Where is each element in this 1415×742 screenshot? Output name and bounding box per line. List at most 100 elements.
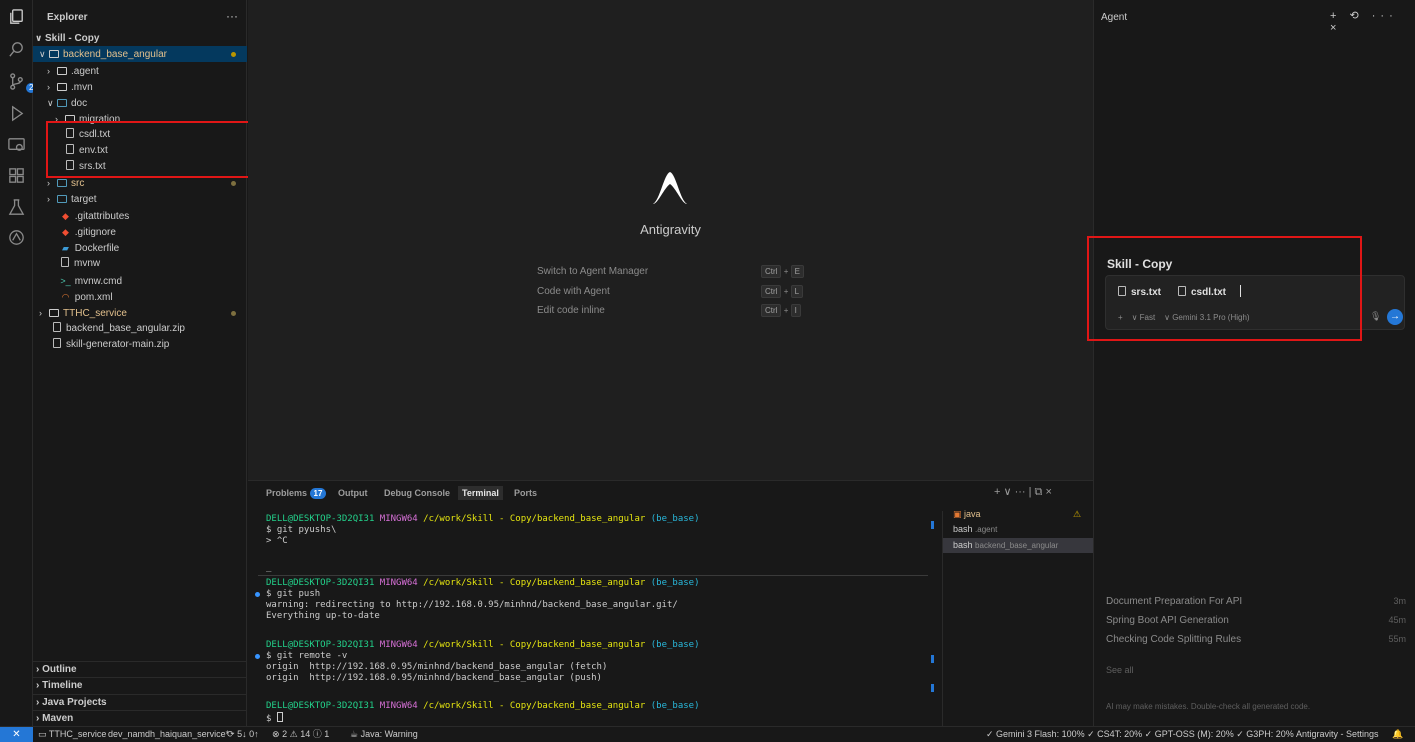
modified-indicator	[231, 311, 236, 316]
scroll-marker	[931, 655, 934, 663]
history-item[interactable]: Spring Boot API Generation 45m	[1106, 615, 1406, 626]
tree-item-backend-zip[interactable]: backend_base_angular.zip	[33, 321, 247, 337]
status-model-quotas[interactable]: ✓ Gemini 3 Flash: 100% ✓ CS4T: 20% ✓ GPT…	[986, 727, 1294, 742]
terminal-line: > ^C	[266, 536, 288, 546]
workspace-root[interactable]: ∨ Skill - Copy	[33, 30, 247, 46]
terminal-line: origin http://192.168.0.95/minhnd/backen…	[266, 662, 608, 672]
command-success-icon[interactable]	[255, 654, 260, 659]
tree-item-mvnw[interactable]: mvnw	[33, 256, 247, 272]
tree-item-mvn[interactable]: › .mvn	[33, 79, 247, 95]
tree-item-doc[interactable]: ∨ doc	[33, 95, 247, 111]
section-maven[interactable]: › Maven	[33, 710, 247, 726]
notifications-icon[interactable]: 🔔	[1392, 727, 1403, 742]
arrow-right-icon: →	[1390, 311, 1400, 322]
agent-manager-icon[interactable]	[7, 228, 26, 247]
tree-item-pom-xml[interactable]: ◠ pom.xml	[33, 289, 247, 305]
terminal-line: $ git pyushs\	[266, 525, 337, 535]
explorer-icon[interactable]	[7, 8, 26, 27]
tree-item-tthc-service[interactable]: › TTHC_service	[33, 305, 247, 321]
remote-indicator-icon[interactable]: ✕	[0, 727, 33, 742]
command-success-icon[interactable]	[255, 592, 260, 597]
send-button[interactable]: →	[1387, 309, 1403, 325]
shortcut-agent-manager[interactable]: Switch to Agent Manager	[537, 266, 648, 277]
chevron-right-icon: ›	[47, 66, 50, 76]
java-icon: ☕	[350, 729, 359, 739]
highlight-box	[46, 121, 260, 178]
warning-icon: ⚠	[289, 729, 298, 739]
file-icon	[53, 322, 61, 332]
section-timeline[interactable]: › Timeline	[33, 677, 247, 693]
status-problems[interactable]: ⊗ 2 ⚠ 14 ⓘ 1	[272, 727, 329, 742]
file-icon	[53, 338, 61, 348]
tree-item-target[interactable]: › target	[33, 191, 247, 207]
folder-icon	[49, 309, 59, 317]
terminal-prompt-line: DELL@DESKTOP-3D2QI31 MINGW64 /c/work/Ski…	[266, 578, 700, 588]
git-icon: ◆	[62, 211, 69, 221]
chevron-down-icon: ∨	[47, 98, 54, 108]
terminal-list: ▣ java ⚠ bash .agent bash backend_base_an…	[942, 509, 1094, 727]
testing-icon[interactable]	[7, 198, 26, 217]
modified-indicator	[231, 52, 236, 57]
status-sync[interactable]: ⟳ 5↓ 0↑	[227, 727, 259, 742]
tree-item-dockerfile[interactable]: ▰ Dockerfile	[33, 240, 247, 256]
scroll-marker	[931, 521, 934, 529]
tree-item-skill-generator-zip[interactable]: skill-generator-main.zip	[33, 337, 247, 353]
chevron-down-icon: ∨	[39, 49, 46, 59]
agent-toolbar[interactable]: + ⟲ ··· ×	[1330, 9, 1415, 34]
shortcut-keys: Ctrl + I	[761, 304, 801, 317]
tab-debug-console[interactable]: Debug Console	[384, 488, 450, 498]
history-item[interactable]: Document Preparation For API 3m	[1106, 596, 1406, 607]
error-icon: ⊗	[272, 729, 280, 739]
history-item[interactable]: Checking Code Splitting Rules 55m	[1106, 634, 1406, 645]
source-control-icon[interactable]: 2	[7, 72, 37, 93]
tab-ports[interactable]: Ports	[514, 488, 537, 498]
java-icon: ▣	[953, 509, 962, 519]
see-all-link[interactable]: See all	[1106, 665, 1134, 675]
folder-icon	[57, 83, 67, 91]
docker-icon: ▰	[62, 243, 69, 253]
terminal-output[interactable]: DELL@DESKTOP-3D2QI31 MINGW64 /c/work/Ski…	[248, 511, 938, 727]
tree-item-agent[interactable]: › .agent	[33, 63, 247, 79]
tab-problems[interactable]: Problems 17	[266, 488, 327, 499]
terminal-line: warning: redirecting to http://192.168.0…	[266, 600, 678, 610]
problems-count-badge: 17	[309, 488, 327, 499]
terminal-line: Everything up-to-date	[266, 611, 380, 621]
tree-item-mvnw-cmd[interactable]: >_ mvnw.cmd	[33, 273, 247, 289]
folder-icon	[57, 195, 67, 203]
terminal-item-bash-agent[interactable]: bash .agent	[943, 522, 1094, 537]
explorer-more-button[interactable]: ···	[226, 9, 238, 23]
git-icon: ◆	[62, 227, 69, 237]
remote-explorer-icon[interactable]	[7, 136, 26, 155]
tab-terminal[interactable]: Terminal	[458, 486, 503, 500]
panel-toolbar[interactable]: + ∨ ··· | ⧉ ×	[994, 485, 1052, 499]
folder-icon	[57, 67, 67, 75]
scroll-marker	[931, 684, 934, 692]
status-branch[interactable]: dev_namdh_haiquan_service*	[108, 727, 229, 742]
rss-icon: ◠	[61, 292, 70, 302]
terminal-icon: >_	[60, 276, 71, 286]
status-java[interactable]: ☕ Java: Warning	[350, 727, 418, 742]
shortcut-edit-inline[interactable]: Edit code inline	[537, 305, 605, 316]
run-debug-icon[interactable]	[7, 104, 26, 123]
tab-output[interactable]: Output	[338, 488, 368, 498]
terminal-line: $ git remote -v	[266, 651, 348, 661]
microphone-icon[interactable]: 🎙	[1370, 311, 1381, 322]
explorer-title: Explorer	[47, 12, 88, 23]
chevron-down-icon: ∨	[35, 33, 43, 43]
modified-indicator	[231, 181, 236, 186]
tree-item-backend-base-angular[interactable]: ∨ backend_base_angular	[33, 46, 247, 62]
agent-title: Agent	[1101, 12, 1128, 23]
terminal-item-bash-backend[interactable]: bash backend_base_angular	[943, 538, 1094, 553]
highlight-box	[1087, 236, 1362, 341]
terminal-item-java[interactable]: ▣ java ⚠	[943, 507, 1094, 522]
terminal-input-line[interactable]: $	[266, 712, 283, 725]
status-project[interactable]: ▭ TTHC_service	[38, 727, 106, 742]
tree-item-gitignore[interactable]: ◆ .gitignore	[33, 224, 247, 240]
status-settings[interactable]: Antigravity - Settings	[1296, 727, 1379, 742]
section-java-projects[interactable]: › Java Projects	[33, 694, 247, 710]
section-outline[interactable]: › Outline	[33, 661, 247, 677]
extensions-icon[interactable]	[7, 166, 26, 185]
tree-item-gitattributes[interactable]: ◆ .gitattributes	[33, 208, 247, 224]
search-icon[interactable]	[7, 40, 26, 59]
shortcut-code-with-agent[interactable]: Code with Agent	[537, 286, 610, 297]
